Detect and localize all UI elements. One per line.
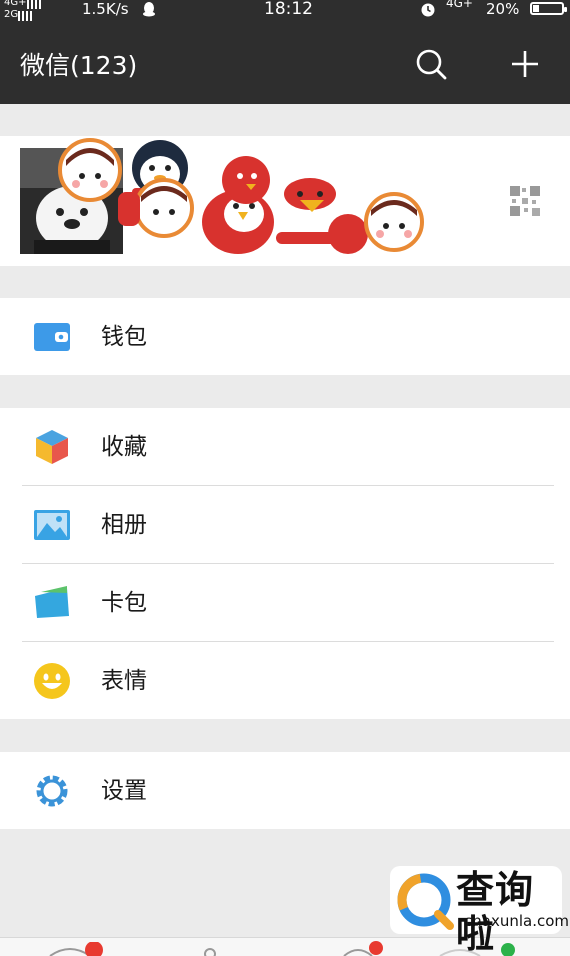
page-title: 微信(123) xyxy=(20,51,138,80)
network-type: 4G+ xyxy=(446,0,473,10)
menu-item-label: 收藏 xyxy=(101,434,147,460)
cube-icon xyxy=(36,430,68,464)
watermark-domain: chaxunla.com xyxy=(464,912,569,930)
menu-item-settings[interactable]: 设置 xyxy=(0,752,570,829)
menu-item-label: 卡包 xyxy=(101,590,147,616)
battery-icon xyxy=(530,2,567,15)
smiley-icon xyxy=(34,663,70,699)
gear-icon xyxy=(36,775,68,807)
menu-item-cards[interactable]: 卡包 xyxy=(0,564,570,641)
menu-item-wallet[interactable]: 钱包 xyxy=(0,298,570,375)
qq-penguin-icon xyxy=(143,2,155,17)
tab-discover-icon[interactable] xyxy=(340,940,390,956)
menu-item-label: 设置 xyxy=(101,778,147,804)
menu-item-stickers[interactable]: 表情 xyxy=(0,642,570,719)
status-bar: 4G+ 2G 1.5K/s 18:12 4G+ 20% xyxy=(0,0,570,22)
menu-item-label: 相册 xyxy=(101,512,147,538)
settings-section: 设置 xyxy=(0,752,570,829)
profile-card[interactable] xyxy=(0,136,570,266)
clock: 18:12 xyxy=(264,0,313,19)
plus-icon[interactable] xyxy=(508,47,542,81)
photo-icon xyxy=(34,510,70,540)
watermark: 查询啦 chaxunla.com xyxy=(390,866,569,956)
battery-percent: 20% xyxy=(486,0,520,18)
qr-code-icon[interactable] xyxy=(508,184,542,218)
signal-label-top: 4G+ xyxy=(4,0,27,8)
menu-item-label: 表情 xyxy=(101,668,147,694)
signal-indicator: 4G+ 2G xyxy=(4,0,43,21)
sticker-banner xyxy=(58,138,424,256)
menu-item-label: 钱包 xyxy=(101,324,147,350)
menu-item-favorites[interactable]: 收藏 xyxy=(0,408,570,485)
network-speed: 1.5K/s xyxy=(82,0,129,18)
header: 微信(123) xyxy=(0,22,570,104)
menu-item-album[interactable]: 相册 xyxy=(0,486,570,563)
search-icon[interactable] xyxy=(414,47,448,81)
signal-label-bottom: 2G xyxy=(4,9,19,20)
alarm-icon xyxy=(421,3,435,17)
features-section: 收藏 相册 卡包 表情 xyxy=(0,408,570,719)
wallet-icon xyxy=(34,323,70,351)
signal-bars-icon xyxy=(26,0,43,9)
card-icon xyxy=(35,586,69,618)
wallet-section: 钱包 xyxy=(0,298,570,375)
magnifier-logo-icon xyxy=(397,873,454,930)
signal-bars-icon xyxy=(18,11,35,21)
tab-chats-icon[interactable] xyxy=(40,942,120,956)
